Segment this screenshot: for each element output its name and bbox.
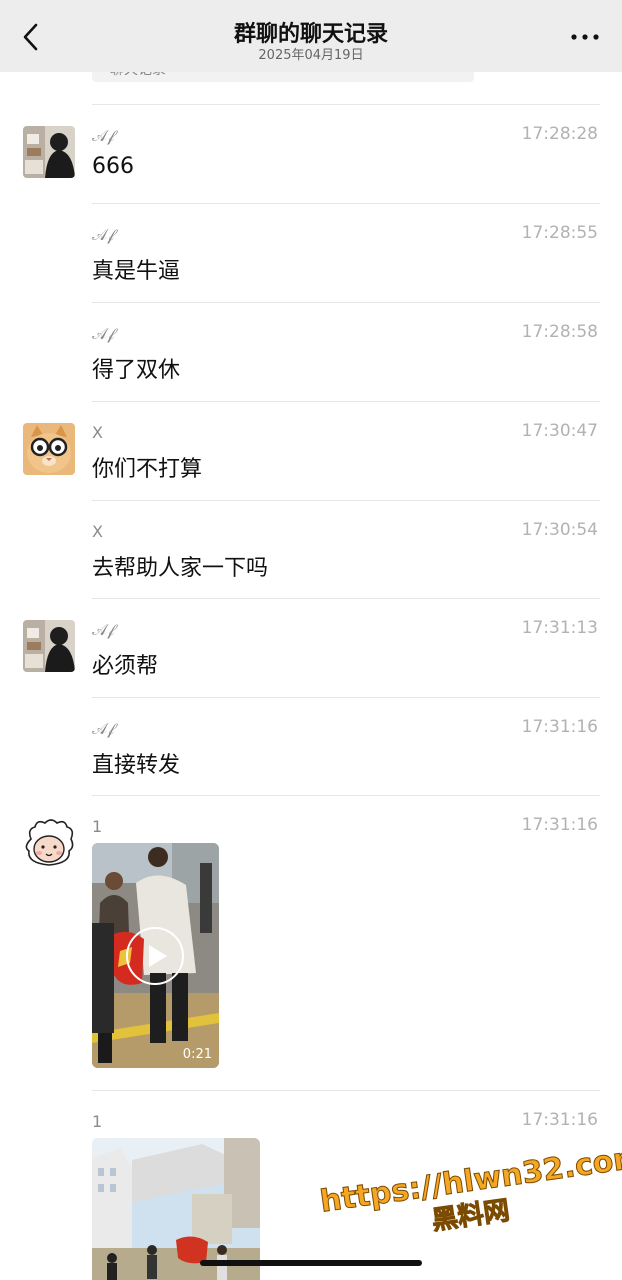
sender-name: X xyxy=(92,423,103,442)
message-text: 直接转发 xyxy=(92,753,181,778)
message-time: 17:30:47 xyxy=(521,421,598,441)
divider xyxy=(92,598,600,599)
street-photo-image xyxy=(92,1138,260,1280)
divider xyxy=(92,795,600,796)
message-time: 17:31:16 xyxy=(521,815,598,835)
image-message-thumbnail[interactable] xyxy=(92,1138,260,1280)
message-text: 得了双休 xyxy=(92,358,181,383)
top-nav-bar: 群聊的聊天记录 2025年04月19日 xyxy=(0,0,622,72)
message-item[interactable]: 1 17:31:16 0:21 xyxy=(0,795,622,1090)
avatar-cat-with-glasses[interactable] xyxy=(23,423,75,475)
message-item[interactable]: 𝒜𝒻 17:31:13 必须帮 xyxy=(0,598,622,697)
divider xyxy=(92,104,600,105)
page-subtitle-date: 2025年04月19日 xyxy=(258,48,364,63)
sender-name: 1 xyxy=(92,1112,103,1131)
message-text: 必须帮 xyxy=(92,654,159,679)
message-item[interactable]: X 17:30:54 去帮助人家一下吗 xyxy=(0,500,622,598)
message-time: 17:31:13 xyxy=(521,618,598,638)
message-time: 17:30:54 xyxy=(521,520,598,540)
message-item[interactable]: 𝒜𝒻 17:28:58 得了双休 xyxy=(0,302,622,401)
sender-name: 1 xyxy=(92,817,103,836)
message-time: 17:31:16 xyxy=(521,717,598,737)
avatar-cartoon-sheep[interactable] xyxy=(23,817,75,869)
message-text: 去帮助人家一下吗 xyxy=(92,556,269,581)
sender-name: 𝒜𝒻 xyxy=(92,719,115,738)
sender-name: X xyxy=(92,522,103,541)
sender-name: 𝒜𝒻 xyxy=(92,225,115,244)
divider xyxy=(92,697,600,698)
video-duration: 0:21 xyxy=(182,1047,212,1062)
divider xyxy=(92,203,600,204)
message-time: 17:28:28 xyxy=(521,124,598,144)
message-text: 你们不打算 xyxy=(92,457,203,482)
avatar-hooded-person[interactable] xyxy=(23,126,75,178)
avatar-hooded-person[interactable] xyxy=(23,620,75,672)
message-item[interactable]: 𝒜𝒻 17:28:28 666 xyxy=(0,104,622,203)
message-time: 17:28:58 xyxy=(521,322,598,342)
play-icon[interactable] xyxy=(149,945,167,967)
divider xyxy=(92,500,600,501)
message-item[interactable]: X 17:30:47 你们不打算 xyxy=(0,401,622,500)
divider xyxy=(92,1090,600,1091)
sender-name: 𝒜𝒻 xyxy=(92,324,115,343)
divider xyxy=(92,302,600,303)
home-indicator[interactable] xyxy=(200,1260,422,1266)
message-item[interactable]: 𝒜𝒻 17:28:55 真是牛逼 xyxy=(0,203,622,302)
video-message-thumbnail[interactable]: 0:21 xyxy=(92,843,219,1068)
message-text: 真是牛逼 xyxy=(92,259,181,284)
message-item[interactable]: 𝒜𝒻 17:31:16 直接转发 xyxy=(0,697,622,795)
sender-name: 𝒜𝒻 xyxy=(92,620,115,639)
message-time: 17:28:55 xyxy=(521,223,598,243)
message-text: 666 xyxy=(92,154,134,179)
message-time: 17:31:16 xyxy=(521,1110,598,1130)
divider xyxy=(92,401,600,402)
sender-name: 𝒜𝒻 xyxy=(92,126,115,145)
more-options-icon[interactable] xyxy=(570,30,600,44)
